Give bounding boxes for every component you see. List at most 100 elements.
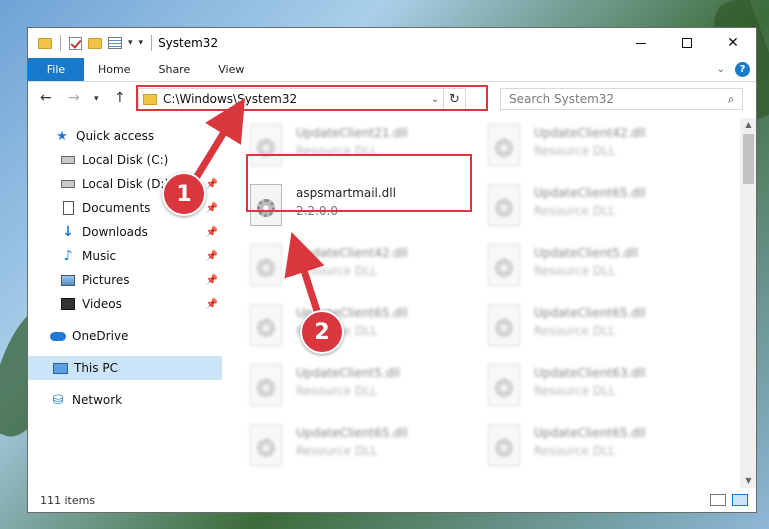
pin-icon[interactable]: 📌: [206, 203, 218, 214]
dll-file-icon: [488, 244, 520, 286]
sidebar-item-pictures[interactable]: Pictures 📌: [28, 268, 222, 292]
sidebar-item-label: Local Disk (D:): [82, 177, 170, 191]
dll-file-icon: [250, 424, 282, 466]
dll-file-icon: [250, 364, 282, 406]
sidebar-item-local-disk-c[interactable]: Local Disk (C:): [28, 148, 222, 172]
file-item[interactable]: UpdateClient65.dllResource DLL: [488, 424, 708, 476]
sidebar-item-network[interactable]: ⛁ Network: [28, 388, 222, 412]
properties-icon[interactable]: [108, 37, 122, 49]
step-2-badge: 2: [300, 310, 344, 354]
vertical-scrollbar[interactable]: ▲ ▼: [740, 118, 756, 488]
search-icon[interactable]: ⌕: [720, 92, 742, 107]
close-button[interactable]: ✕: [710, 28, 756, 58]
details-view-icon[interactable]: [710, 494, 726, 506]
quick-access-toolbar: ▾ ▾: [28, 35, 154, 51]
file-name: UpdateClient65.dll: [534, 306, 646, 320]
back-arrow-icon[interactable]: ←: [40, 90, 52, 106]
dll-file-icon: [488, 184, 520, 226]
sidebar-item-quick-access[interactable]: ★ Quick access: [28, 124, 222, 148]
file-item[interactable]: UpdateClient65.dllResource DLL: [488, 304, 708, 356]
new-folder-icon[interactable]: [88, 37, 102, 49]
pin-icon[interactable]: 📌: [206, 227, 218, 238]
file-type: Resource DLL: [296, 384, 378, 398]
file-name: UpdateClient65.dll: [534, 426, 646, 440]
window-controls: ✕: [618, 28, 756, 58]
sidebar-item-label: This PC: [74, 361, 118, 375]
properties-check-icon[interactable]: [69, 36, 82, 50]
navigation-bar: ← → ▾ ↑ C:\Windows\System32 ⌄ ↻ Search S…: [28, 82, 756, 116]
status-bar: 111 items: [28, 488, 756, 512]
sidebar-item-label: Local Disk (C:): [82, 153, 169, 167]
drive-icon: [60, 177, 76, 191]
file-type: Resource DLL: [296, 444, 378, 458]
tab-share[interactable]: Share: [144, 58, 204, 81]
close-icon: ✕: [727, 35, 739, 51]
file-name: UpdateClient5.dll: [296, 366, 400, 380]
sidebar-item-label: Pictures: [82, 273, 130, 287]
videos-icon: [60, 297, 76, 311]
file-item[interactable]: UpdateClient65.dllResource DLL: [250, 304, 470, 356]
file-item[interactable]: UpdateClient5.dll Resource DLL: [250, 364, 470, 416]
tab-home[interactable]: Home: [84, 58, 144, 81]
dll-file-icon: [250, 244, 282, 286]
file-item[interactable]: UpdateClient63.dll Resource DLL: [488, 364, 708, 416]
minimize-button[interactable]: [618, 28, 664, 58]
ribbon-tabs: File Home Share View ⌄ ?: [28, 58, 756, 82]
maximize-button[interactable]: [664, 28, 710, 58]
recent-locations-icon[interactable]: ▾: [94, 94, 99, 104]
search-input[interactable]: Search System32: [509, 92, 720, 106]
dll-file-icon: [488, 124, 520, 166]
this-pc-icon: [52, 361, 68, 375]
up-arrow-icon[interactable]: ↑: [114, 90, 126, 106]
sidebar-item-onedrive[interactable]: OneDrive: [28, 324, 222, 348]
forward-arrow-icon[interactable]: →: [68, 90, 80, 106]
explorer-window: ▾ ▾ System32 ✕ File Home Share View ⌄ ? …: [27, 27, 757, 513]
ribbon-right: ⌄ ?: [717, 62, 750, 77]
search-box[interactable]: Search System32 ⌕: [500, 88, 743, 110]
file-type: Resource DLL: [534, 204, 616, 218]
address-highlight-box: [136, 85, 488, 111]
customize-toolbar-icon[interactable]: ▾: [139, 38, 144, 48]
expand-ribbon-icon[interactable]: ⌄: [717, 64, 725, 75]
toolbar-divider: [60, 35, 61, 51]
file-item[interactable]: UpdateClient65.dllResource DLL: [250, 424, 470, 476]
tab-view[interactable]: View: [204, 58, 258, 81]
file-name: UpdateClient42.dll: [296, 246, 408, 260]
sidebar-item-label: Quick access: [76, 129, 155, 143]
sidebar-item-downloads[interactable]: ↓ Downloads 📌: [28, 220, 222, 244]
file-item[interactable]: UpdateClient42.dll Resource DLL: [488, 124, 708, 176]
file-name: UpdateClient63.dll: [534, 366, 646, 380]
pictures-icon: [60, 273, 76, 287]
pin-icon[interactable]: 📌: [206, 275, 218, 286]
file-item[interactable]: UpdateClient42.dll Resource DLL: [250, 244, 470, 296]
sidebar-item-videos[interactable]: Videos 📌: [28, 292, 222, 316]
file-item[interactable]: UpdateClient65.dll Resource DLL: [488, 184, 708, 236]
file-name: UpdateClient42.dll: [534, 126, 646, 140]
onedrive-icon: [50, 329, 66, 343]
sidebar-item-music[interactable]: ♪ Music 📌: [28, 244, 222, 268]
title-bar: ▾ ▾ System32 ✕: [28, 28, 756, 58]
folder-icon: [38, 37, 52, 49]
pin-icon[interactable]: 📌: [206, 299, 218, 310]
pin-icon[interactable]: 📌: [206, 179, 218, 190]
file-highlight-box: [246, 154, 472, 212]
documents-icon: [60, 201, 76, 215]
file-name: UpdateClient65.dll: [534, 186, 646, 200]
scroll-thumb[interactable]: [743, 134, 754, 184]
file-item[interactable]: UpdateClient5.dll Resource DLL: [488, 244, 708, 296]
help-icon[interactable]: ?: [735, 62, 750, 77]
maximize-icon: [682, 38, 692, 48]
step-1-badge: 1: [162, 172, 206, 216]
sidebar-item-this-pc[interactable]: This PC: [28, 356, 222, 380]
chevron-down-icon[interactable]: ▾: [128, 38, 133, 48]
file-name: UpdateClient5.dll: [534, 246, 638, 260]
large-icons-view-icon[interactable]: [732, 494, 748, 506]
tab-file[interactable]: File: [28, 58, 84, 81]
network-icon: ⛁: [52, 392, 64, 408]
minimize-icon: [636, 42, 646, 44]
pin-icon[interactable]: 📌: [206, 251, 218, 262]
scroll-down-icon[interactable]: ▼: [740, 474, 756, 488]
file-type: Resource DLL: [534, 384, 616, 398]
dll-file-icon: [250, 304, 282, 346]
scroll-up-icon[interactable]: ▲: [740, 118, 756, 132]
